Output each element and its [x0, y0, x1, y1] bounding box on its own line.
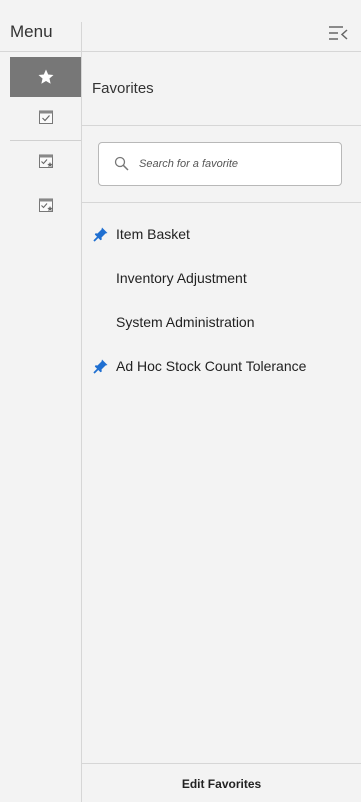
task-star-icon: [38, 154, 53, 168]
rail-item-task-favorites[interactable]: [10, 146, 81, 176]
star-icon: [38, 69, 53, 84]
icon-rail: [0, 52, 81, 802]
rail-item-tasks[interactable]: [10, 102, 81, 132]
menu-header: Menu: [0, 0, 361, 52]
task-check-icon: [38, 110, 53, 124]
favorites-list: Item Basket Inventory Adjustment System …: [82, 212, 361, 388]
favorite-item-item-basket[interactable]: Item Basket: [82, 212, 361, 256]
collapse-menu-button[interactable]: [327, 24, 349, 42]
pin-icon: [93, 227, 108, 242]
navigation-menu: Menu Favorites Search for a favorite Ite…: [0, 0, 361, 802]
favorites-panel: Favorites Item Basket Inventory Adjustme…: [82, 52, 361, 802]
pin-icon: [93, 359, 108, 374]
edit-favorites-button[interactable]: Edit Favorites: [82, 764, 361, 802]
favorite-item-inventory-adjustment[interactable]: Inventory Adjustment: [82, 256, 361, 300]
favorite-item-ad-hoc-stock-count-tolerance[interactable]: Ad Hoc Stock Count Tolerance: [82, 344, 361, 388]
rail-separator: [10, 140, 81, 141]
menu-title: Menu: [10, 22, 53, 41]
panel-title: Favorites: [92, 80, 154, 97]
panel-footer: Edit Favorites: [82, 763, 361, 802]
search-input[interactable]: [139, 158, 329, 170]
task-star-icon: [38, 198, 53, 212]
search-icon: [114, 156, 129, 171]
rail-item-favorites[interactable]: [10, 57, 81, 97]
favorite-label: Item Basket: [116, 226, 190, 242]
search-box[interactable]: [98, 142, 342, 186]
rail-item-task-favorites-2[interactable]: [10, 190, 81, 220]
favorite-label: Ad Hoc Stock Count Tolerance: [116, 358, 307, 374]
divider: [82, 202, 361, 203]
favorite-label: System Administration: [116, 314, 255, 330]
collapse-menu-icon: [329, 26, 348, 40]
divider: [82, 125, 361, 126]
favorite-item-system-administration[interactable]: System Administration: [82, 300, 361, 344]
favorite-label: Inventory Adjustment: [116, 270, 247, 286]
